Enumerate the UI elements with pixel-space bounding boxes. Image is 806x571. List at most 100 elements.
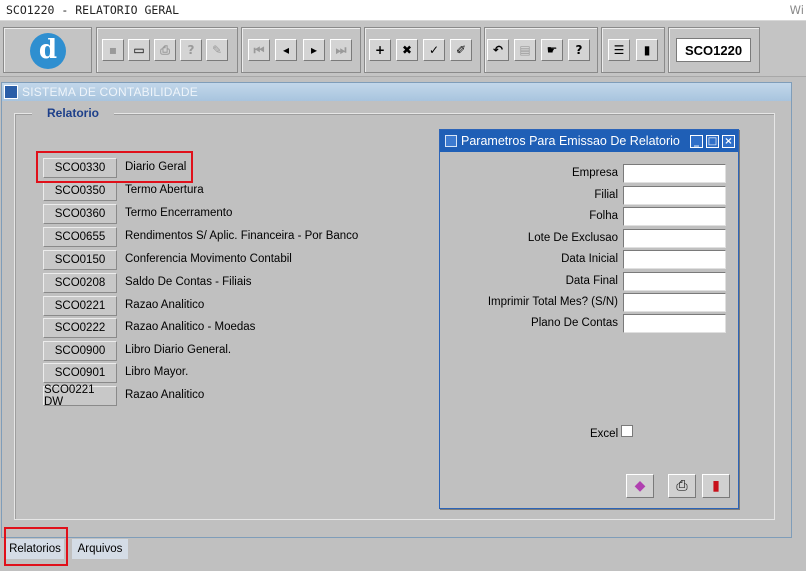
report-label: Termo Abertura	[125, 184, 204, 196]
hand-button[interactable]: ☛	[541, 39, 563, 61]
report-label: Libro Mayor.	[125, 366, 189, 378]
param-label: Data Inicial	[561, 253, 618, 265]
first-record-button[interactable]: ⏮	[248, 39, 270, 61]
report-button-sco0221[interactable]: SCO0221	[43, 296, 117, 316]
clear-button[interactable]: ✐	[450, 39, 472, 61]
param-input-imprimir-total-mes-s-n[interactable]	[623, 293, 726, 312]
run-report-button[interactable]: ◆	[626, 474, 654, 498]
window-title-bar: SCO1220 - RELATORIO GERAL Wi	[0, 0, 806, 21]
screen-icon: ▭	[133, 43, 145, 57]
report-button-sco0900[interactable]: SCO0900	[43, 341, 117, 361]
highlight-box-sco0330	[36, 151, 193, 183]
tab-arquivos-label: Arquivos	[77, 543, 123, 555]
edit-record-button[interactable]: ✓	[423, 39, 445, 61]
param-input-plano-de-contas[interactable]	[623, 314, 726, 333]
help-button[interactable]: ?	[568, 39, 590, 61]
report-button-sco0221-dw[interactable]: SCO0221 DW	[43, 384, 117, 408]
param-label: Folha	[589, 210, 618, 222]
close-icon[interactable]: ×	[722, 134, 735, 148]
report-button-sco0222[interactable]: SCO0222	[43, 318, 117, 338]
printer-icon: ⎙	[676, 478, 688, 494]
frame-title: SISTEMA DE CONTABILIDADE	[22, 85, 198, 99]
app-logo: d	[30, 33, 66, 69]
parameters-window: Parametros Para Emissao De Relatorio _ □…	[439, 129, 739, 509]
delete-button[interactable]: ✖	[396, 39, 418, 61]
help-icon: ?	[575, 43, 583, 57]
printer-button[interactable]: ⎙	[154, 39, 176, 61]
report-label: Saldo De Contas - Filiais	[125, 276, 252, 288]
menu-icon: ☰	[613, 43, 625, 57]
clear-icon: ✐	[455, 43, 467, 57]
param-input-empresa[interactable]	[623, 164, 726, 183]
param-label: Plano De Contas	[531, 317, 618, 329]
program-code-box: SCO1220	[676, 38, 751, 62]
param-input-data-inicial[interactable]	[623, 250, 726, 269]
report-button-sco0150[interactable]: SCO0150	[43, 250, 117, 270]
maximize-icon[interactable]: □	[706, 134, 719, 148]
edit-record-icon: ✓	[428, 43, 440, 57]
exit-button[interactable]: ▮	[702, 474, 730, 498]
menu-button[interactable]: ☰	[608, 39, 630, 61]
exit-button[interactable]: ▮	[636, 39, 658, 61]
report-button-sco0350[interactable]: SCO0350	[43, 181, 117, 201]
highlight-box-tab-relatorios	[4, 527, 68, 566]
save-icon: ▪	[108, 43, 118, 57]
print-button[interactable]: ⎙	[668, 474, 696, 498]
last-record-button[interactable]: ⏭	[330, 39, 352, 61]
param-input-lote-de-exclusao[interactable]	[623, 229, 726, 248]
screen-button[interactable]: ▭	[128, 39, 150, 61]
report-button-sco0208[interactable]: SCO0208	[43, 273, 117, 293]
hand-icon: ☛	[546, 43, 558, 57]
param-label: Lote De Exclusao	[527, 232, 618, 244]
report-label: Libro Diario General.	[125, 344, 232, 356]
query-icon: ?	[187, 43, 195, 57]
report-label: Rendimentos S/ Aplic. Financeira - Por B…	[125, 230, 359, 242]
report-label: Razao Analitico	[125, 389, 205, 401]
report-group-label: Relatorio	[32, 106, 115, 120]
next-record-icon: ▸	[310, 43, 318, 57]
param-input-folha[interactable]	[623, 207, 726, 226]
report-button-sco0901[interactable]: SCO0901	[43, 363, 117, 383]
printer-icon: ⎙	[160, 43, 170, 57]
prev-record-button[interactable]: ◂	[275, 39, 297, 61]
first-record-icon: ⏮	[253, 43, 265, 57]
run-report-icon: ◆	[634, 478, 646, 494]
report-label: Razao Analitico	[125, 299, 205, 311]
report-button-sco0360[interactable]: SCO0360	[43, 204, 117, 224]
add-icon: +	[374, 43, 386, 57]
param-input-filial[interactable]	[623, 186, 726, 205]
program-code: SCO1220	[684, 42, 743, 58]
exit-door-icon: ▮	[712, 478, 720, 494]
next-record-button[interactable]: ▸	[303, 39, 325, 61]
window-app-icon	[445, 135, 457, 147]
param-label: Imprimir Total Mes? (S/N)	[487, 296, 618, 308]
save-button[interactable]: ▪	[102, 39, 124, 61]
toolbar: d ▪ ▭ ⎙? ✎ ⏮ ◂ ▸ ⏭ + ✖ ✓ ✐ ↶ ▤ ☛? ☰ ▮ SCO1220	[0, 21, 806, 77]
last-record-icon: ⏭	[335, 43, 347, 57]
report-button-sco0655[interactable]: SCO0655	[43, 227, 117, 247]
os-window-text: Wi	[789, 3, 804, 17]
report-label: Conferencia Movimento Contabil	[125, 253, 292, 265]
parameters-window-title: Parametros Para Emissao De Relatorio	[461, 134, 680, 148]
frame-header: SISTEMA DE CONTABILIDADE	[2, 83, 791, 101]
exit-icon: ▮	[643, 43, 651, 57]
minimize-icon[interactable]: _	[690, 134, 703, 148]
undo-button[interactable]: ↶	[487, 39, 509, 61]
excel-label: Excel	[590, 428, 619, 440]
param-label: Data Final	[565, 275, 618, 287]
report-label: Razao Analitico - Moedas	[125, 321, 256, 333]
clipboard-button[interactable]: ▤	[514, 39, 536, 61]
param-label: Empresa	[571, 167, 618, 179]
query-button[interactable]: ?	[180, 39, 202, 61]
add-button[interactable]: +	[369, 39, 391, 61]
prev-record-icon: ◂	[282, 43, 290, 57]
delete-icon: ✖	[401, 43, 413, 57]
tab-arquivos[interactable]: Arquivos	[72, 539, 128, 559]
undo-icon: ↶	[492, 43, 504, 57]
parameters-window-titlebar[interactable]: Parametros Para Emissao De Relatorio _ □…	[440, 130, 738, 152]
spell-button[interactable]: ✎	[206, 39, 228, 61]
excel-checkbox[interactable]	[621, 425, 633, 437]
param-input-data-final[interactable]	[623, 272, 726, 291]
clipboard-icon: ▤	[519, 43, 531, 57]
app-logo-letter: d	[38, 34, 58, 65]
